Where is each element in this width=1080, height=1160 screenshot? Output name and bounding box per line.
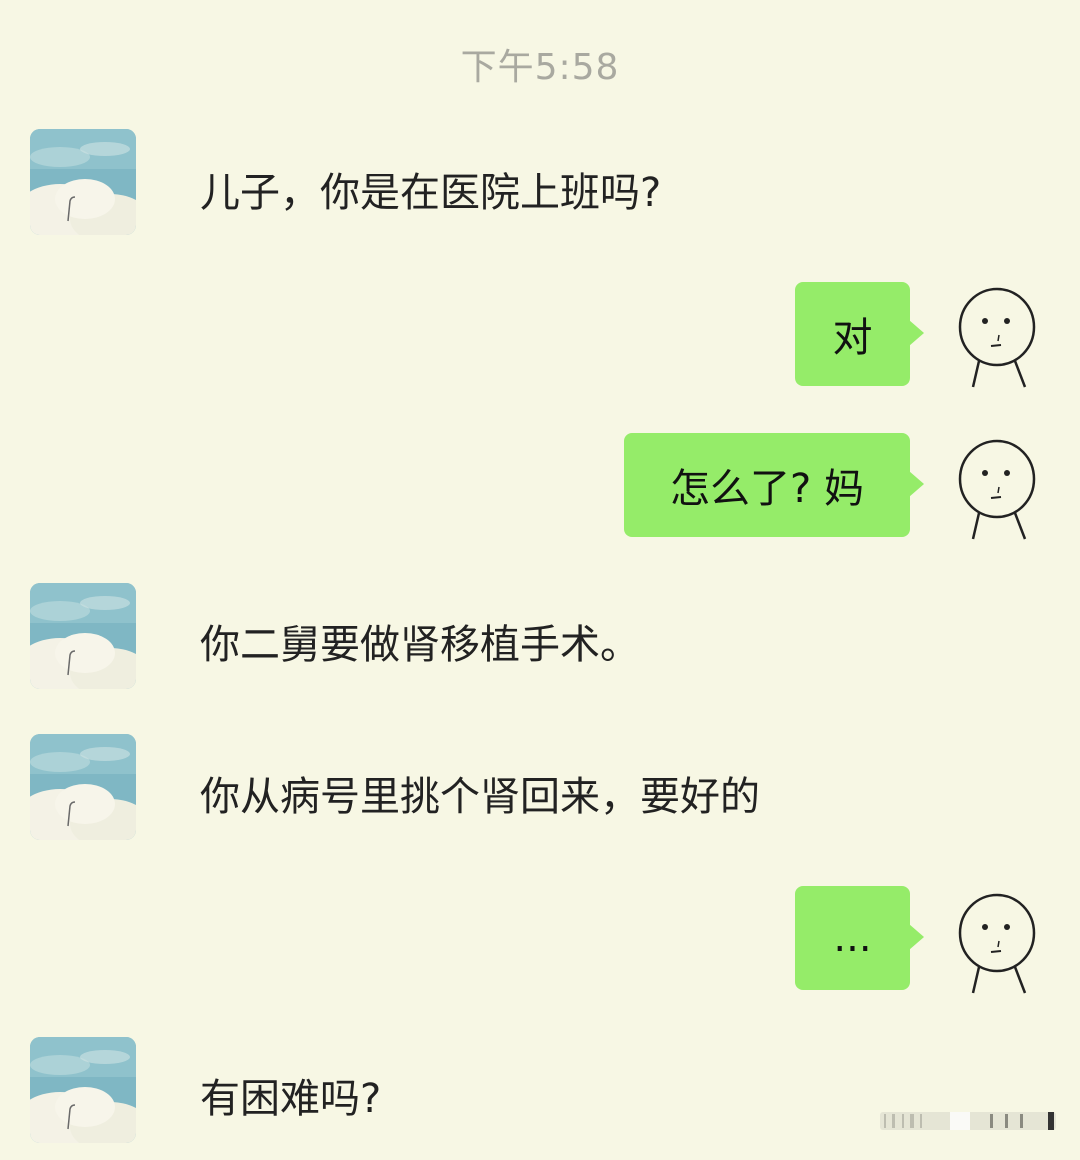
- message-bubble[interactable]: ...: [795, 886, 924, 990]
- message-bubble[interactable]: 对: [795, 282, 924, 386]
- timestamp: 下午5:58: [460, 47, 620, 88]
- mom-avatar-icon[interactable]: [30, 734, 136, 840]
- message-text: 有困难吗?: [200, 1076, 382, 1122]
- message-text: 你从病号里挑个肾回来，要好的: [200, 774, 760, 820]
- watermark-icon: [880, 1108, 1056, 1134]
- message-bubble[interactable]: 怎么了? 妈: [624, 433, 924, 537]
- chat-window: 下午5:58 儿子，你是在医院上班吗? 对 怎么了? 妈 你二舅要做肾移植手术。…: [0, 0, 1080, 1160]
- mom-avatar-icon[interactable]: [30, 129, 136, 235]
- mom-avatar-icon[interactable]: [30, 1037, 136, 1143]
- message-text: 对: [832, 315, 873, 361]
- son-avatar-icon[interactable]: [955, 889, 1039, 999]
- mom-avatar-icon[interactable]: [30, 583, 136, 689]
- son-avatar-icon[interactable]: [955, 435, 1039, 545]
- message-text: 你二舅要做肾移植手术。: [200, 622, 640, 668]
- message-text: 儿子，你是在医院上班吗?: [200, 170, 662, 216]
- message-text: ...: [833, 915, 872, 961]
- message-text: 怎么了? 妈: [670, 466, 864, 512]
- son-avatar-icon[interactable]: [955, 283, 1039, 393]
